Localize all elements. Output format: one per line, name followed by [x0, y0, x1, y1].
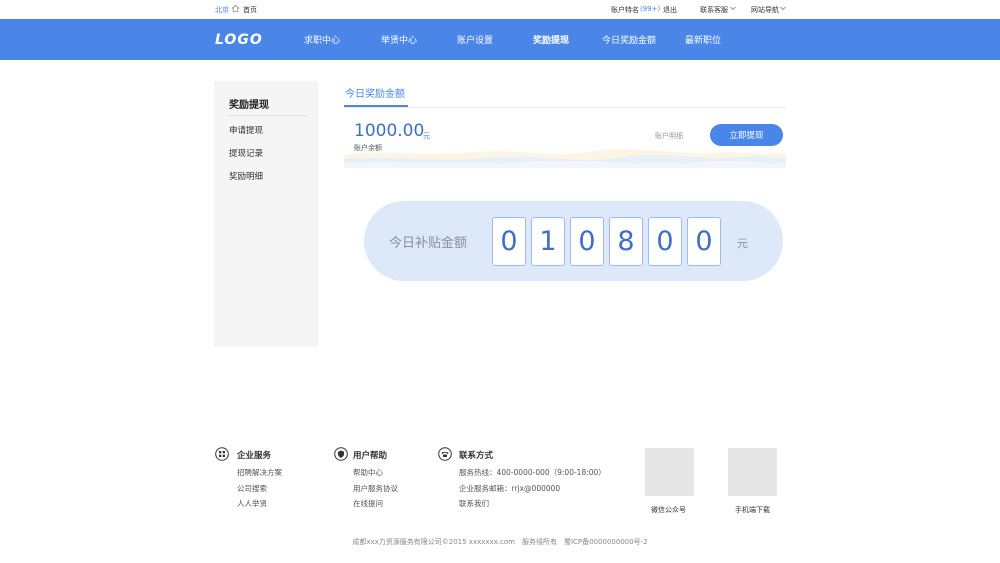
site-nav-dropdown[interactable]: 网站导航 — [751, 5, 779, 15]
subsidy-digit: 0 — [492, 217, 526, 266]
nav-item-today-reward[interactable]: 今日奖励金额 — [602, 33, 656, 46]
footer-contact-title: 联系方式 — [459, 451, 494, 461]
footer-link-user-agreement[interactable]: 用户服务协议 — [353, 483, 398, 494]
copyright-text: 成都xxx力资源服务有限公司©2015 xxxxxxx.com 服务侵所有 蜀I… — [352, 538, 648, 546]
message-count[interactable]: (99+) — [640, 5, 660, 13]
subsidy-label: 今日补贴金额 — [389, 236, 468, 251]
logo-text: LOGO — [215, 32, 263, 47]
nav-item-reward-withdraw[interactable]: 奖励提现 — [533, 33, 569, 46]
balance-card: 1000.00 元 账户余额 账户明细 立即提现 — [344, 113, 786, 168]
contact-service-dropdown[interactable]: 联系客服 — [700, 5, 728, 15]
footer-email: 企业服务邮箱：rrjx@000000 — [459, 484, 561, 493]
chevron-down-icon — [780, 6, 786, 11]
subsidy-counter: 今日补贴金额 0 1 0 8 0 0 元 — [364, 201, 783, 281]
footer-enterprise-title: 企业服务 — [237, 451, 272, 461]
sidebar: 奖励提现 申请提现 提现记录 奖励明细 — [214, 81, 318, 347]
shield-icon — [334, 447, 348, 461]
balance-unit: 元 — [423, 132, 430, 140]
logo[interactable]: LOGO — [215, 31, 265, 47]
subsidy-digit: 1 — [531, 217, 565, 266]
footer-link-company-search[interactable]: 公司搜索 — [237, 483, 267, 494]
footer-link-help-center[interactable]: 帮助中心 — [353, 467, 383, 478]
nav-item-latest-jobs[interactable]: 最新职位 — [685, 33, 721, 46]
tab-divider — [344, 107, 786, 108]
home-icon — [231, 4, 240, 13]
footer-link-everyone-recommend[interactable]: 人人举贤 — [237, 498, 267, 509]
wechat-qr-code — [645, 448, 694, 496]
location-link[interactable]: 北京 — [215, 5, 229, 15]
sidebar-item-apply-withdraw[interactable]: 申请提现 — [229, 124, 263, 136]
subsidy-digit: 8 — [609, 217, 643, 266]
subsidy-digit: 0 — [687, 217, 721, 266]
subsidy-unit: 元 — [737, 237, 748, 250]
grid-icon — [215, 447, 229, 461]
footer-help-title: 用户帮助 — [353, 451, 388, 461]
app-qr-code — [728, 448, 777, 496]
logout-link[interactable]: 退出 — [663, 5, 677, 15]
phone-icon — [438, 447, 452, 461]
top-utility-bar: 北京 首页 账户特名 (99+) 退出 联系客服 网站导航 — [0, 0, 1000, 19]
withdraw-button[interactable]: 立即提现 — [710, 124, 783, 146]
subsidy-digit: 0 — [648, 217, 682, 266]
nav-item-account-settings[interactable]: 账户设置 — [457, 33, 493, 46]
chevron-down-icon — [730, 6, 736, 11]
footer-link-contact-us[interactable]: 联系我们 — [459, 498, 489, 509]
main-navbar: LOGO 求职中心 举贤中心 账户设置 奖励提现 今日奖励金额 最新职位 — [0, 19, 1000, 60]
balance-label: 账户余额 — [354, 144, 382, 152]
sidebar-title: 奖励提现 — [229, 100, 269, 111]
app-qr-label: 手机端下载 — [735, 506, 770, 514]
wechat-qr-label: 微信公众号 — [651, 506, 686, 514]
subsidy-digit: 0 — [570, 217, 604, 266]
sidebar-item-reward-details[interactable]: 奖励明细 — [229, 170, 263, 182]
footer-hotline: 服务热线：400-0000-000（9:00-18:00） — [459, 468, 606, 477]
footer-link-recruit-solution[interactable]: 招聘解决方案 — [237, 467, 282, 478]
account-detail-link[interactable]: 账户明细 — [655, 131, 683, 141]
sidebar-item-withdraw-records[interactable]: 提现记录 — [229, 147, 263, 159]
footer-link-online-question[interactable]: 在线提问 — [353, 498, 383, 509]
tab-today-reward[interactable]: 今日奖励金额 — [345, 85, 405, 100]
balance-amount: 1000.00 — [354, 121, 425, 141]
nav-item-talent-center[interactable]: 举贤中心 — [381, 33, 417, 46]
username-link[interactable]: 账户特名 — [611, 5, 639, 15]
nav-item-job-center[interactable]: 求职中心 — [304, 33, 340, 46]
sidebar-divider — [227, 115, 307, 116]
home-link[interactable]: 首页 — [243, 5, 257, 15]
